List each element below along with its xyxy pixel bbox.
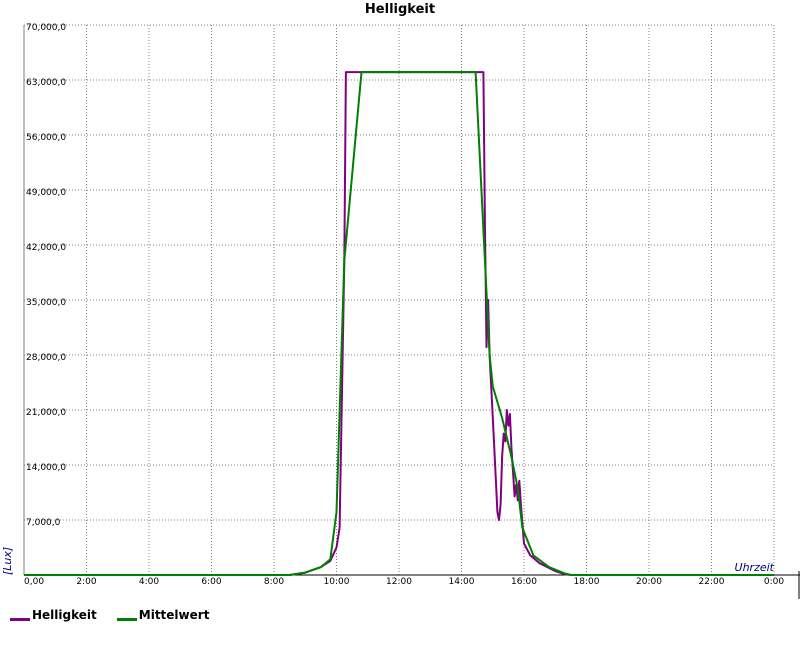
y-tick-label: 70,000,0 [26, 23, 66, 33]
y-tick-label: 56,000,0 [26, 133, 66, 143]
x-tick-label: 12:00 [386, 577, 412, 587]
line-chart: Helligkeit 70,000,0 63,000,0 56,000,0 49,00… [1, 2, 800, 599]
y-tick-label: 42,000,0 [26, 243, 66, 253]
x-tick-label: 16:00 [511, 577, 537, 587]
y-axis-ticks: 70,000,0 63,000,0 56,000,0 49,000,0 42,000,0… [26, 23, 66, 528]
x-tick-label: 20:00 [636, 577, 662, 587]
x-tick-label: 18:00 [574, 577, 600, 587]
x-tick-label: 0,00 [24, 577, 44, 587]
y-tick-label: 14,000,0 [26, 463, 66, 473]
y-tick-label: 28,000,0 [26, 353, 66, 363]
x-tick-label: 22:00 [699, 577, 725, 587]
axes [23, 24, 800, 599]
legend-label-helligkeit: Helligkeit [32, 608, 97, 622]
grid [24, 24, 774, 575]
legend: Helligkeit Mittelwert [10, 608, 209, 622]
x-tick-label: 6:00 [201, 577, 221, 587]
x-tick-label: 4:00 [139, 577, 159, 587]
y-axis-label: [Lux] [1, 547, 14, 575]
legend-swatch-helligkeit [10, 617, 30, 621]
y-tick-label: 49,000,0 [26, 188, 66, 198]
x-tick-label: 0:00 [764, 577, 784, 587]
y-tick-label: 7,000,0 [26, 518, 61, 528]
legend-item-mittelwert: Mittelwert [116, 608, 210, 622]
x-tick-label: 2:00 [76, 577, 96, 587]
x-tick-label: 14:00 [449, 577, 475, 587]
y-tick-label: 21,000,0 [26, 408, 66, 418]
legend-swatch-mittelwert [116, 617, 137, 621]
chart-title: Helligkeit [365, 2, 435, 17]
x-axis-ticks: 0,00 2:00 4:00 6:00 8:00 10:00 12:00 14:00 16:00… [24, 577, 784, 587]
x-tick-label: 8:00 [264, 577, 284, 587]
x-axis-label: Uhrzeit [735, 561, 775, 574]
legend-label-mittelwert: Mittelwert [138, 608, 210, 622]
x-tick-label: 10:00 [324, 577, 350, 587]
y-tick-label: 63,000,0 [26, 78, 66, 88]
legend-item-helligkeit: Helligkeit [10, 608, 97, 622]
y-tick-label: 35,000,0 [26, 298, 66, 308]
